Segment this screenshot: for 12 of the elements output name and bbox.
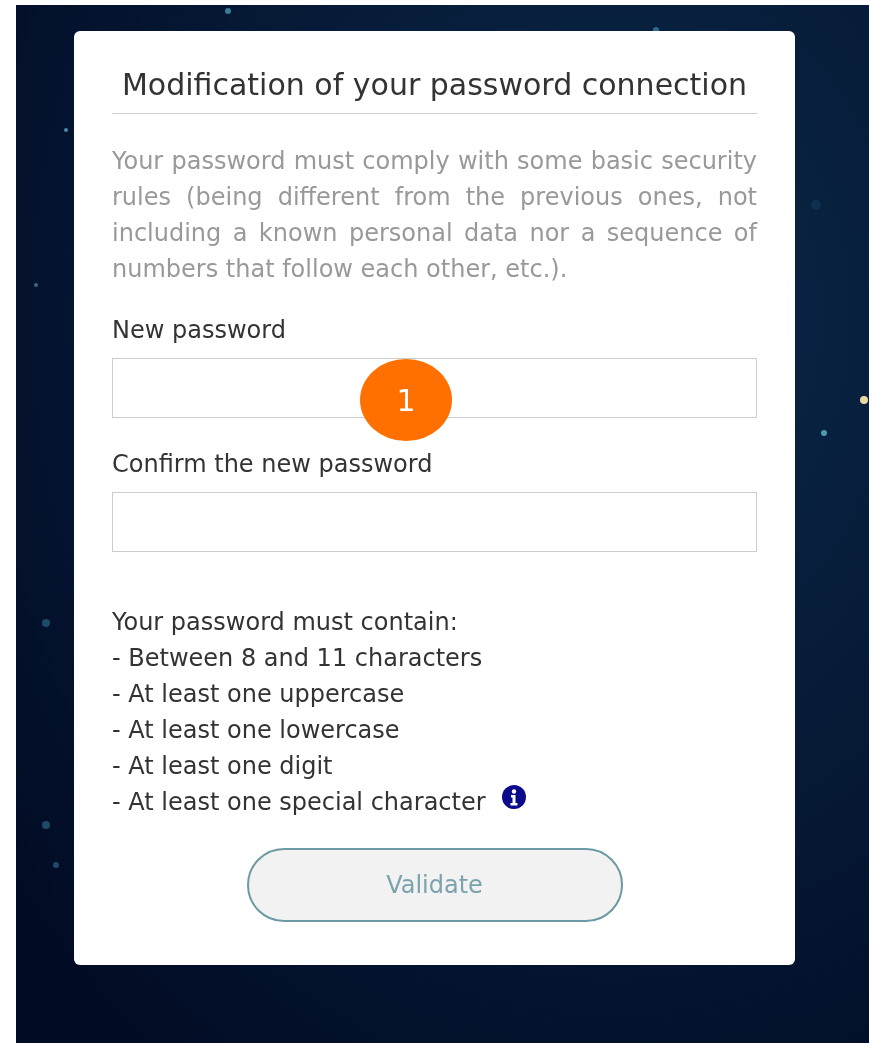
password-field[interactable] xyxy=(112,492,757,552)
intro-paragraph: Your password must comply with some basic security rules (being different from the previous ones, not including a known personal data nor a sequence of numbers that follow each other, etc.). xyxy=(112,146,757,285)
dialog-title: Modification of your password connection xyxy=(120,67,749,103)
field-label: Confirm the new password xyxy=(112,449,434,480)
requirement-item: - At least one special character xyxy=(112,787,486,818)
requirement-item: - Between 8 and 11 characters xyxy=(112,643,483,674)
requirement-item: - At least one digit xyxy=(112,751,333,782)
requirement-item: - At least one lowercase xyxy=(112,715,400,746)
field-label: New password xyxy=(112,315,287,346)
info-icon[interactable] xyxy=(501,785,526,809)
requirement-item: - At least one uppercase xyxy=(112,679,405,710)
requirements-title: Your password must contain: xyxy=(112,607,459,638)
